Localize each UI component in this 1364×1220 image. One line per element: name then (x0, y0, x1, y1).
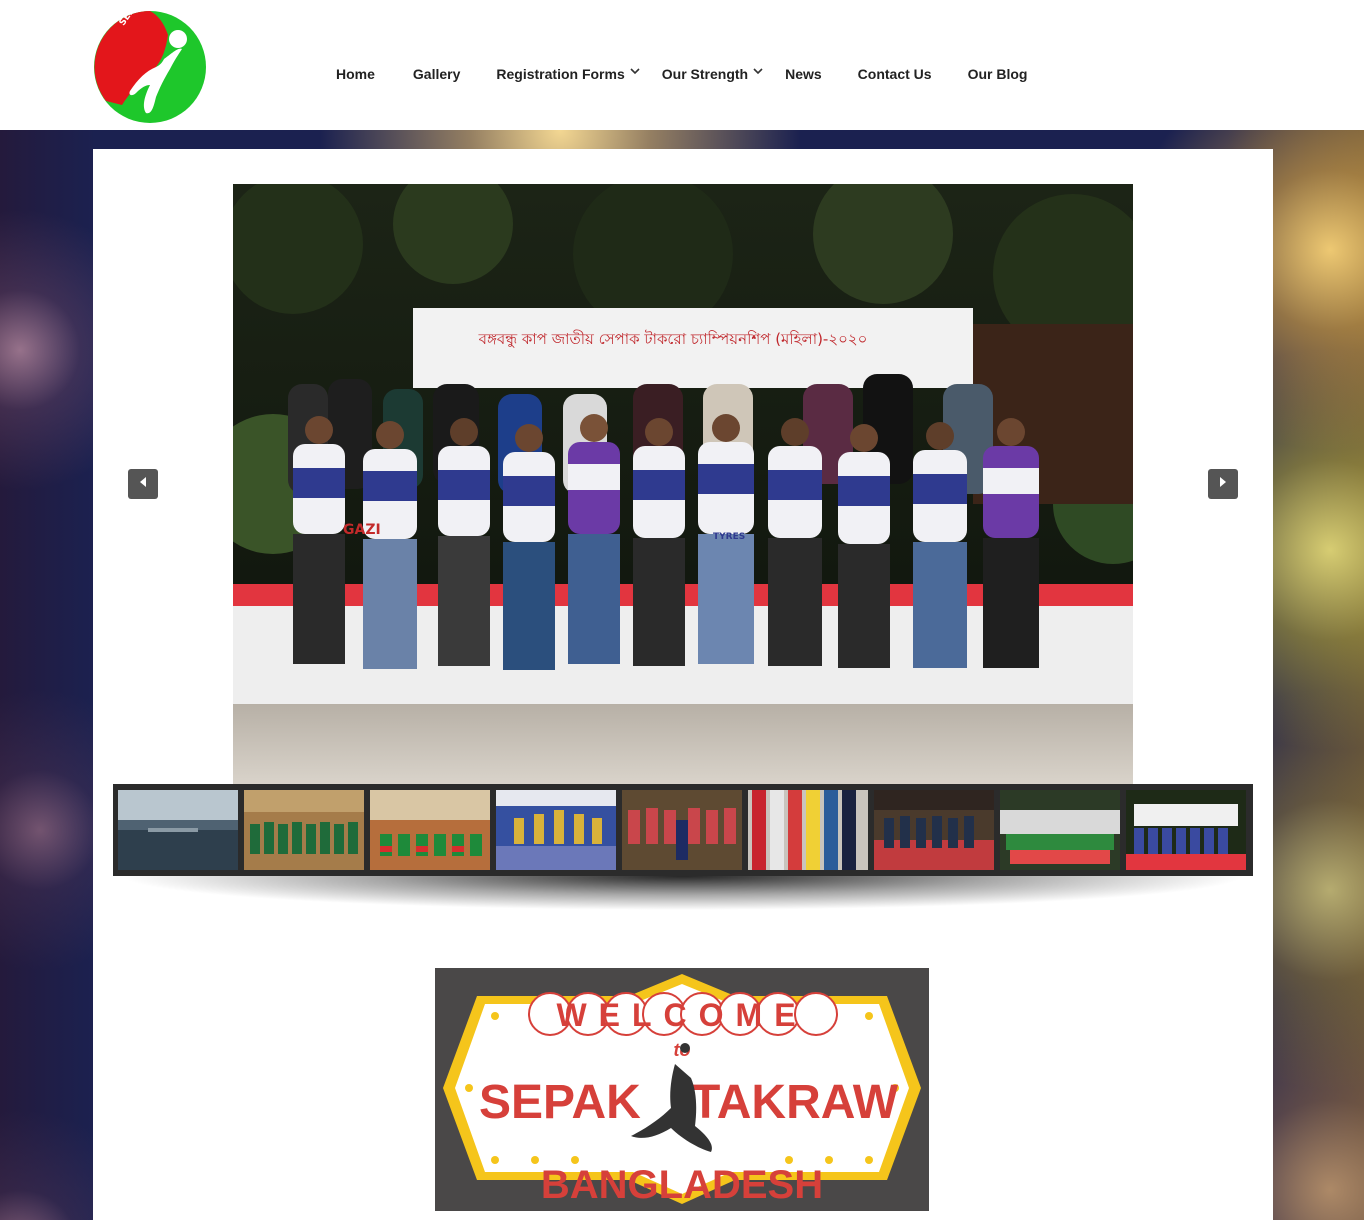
jersey-text: GAZI (343, 522, 381, 538)
site-logo[interactable]: SEPAK TAKRAW BANGLADESH (92, 0, 212, 125)
banner-text: বঙ্গবন্ধু কাপ জাতীয় সেপাক টাকরো চ্যাম্প… (478, 330, 868, 348)
welcome-word: WELCOME (556, 997, 807, 1033)
nav-registration-forms[interactable]: Registration Forms (496, 66, 643, 82)
site-header: SEPAK TAKRAW BANGLADESH Home Gallery Reg… (0, 0, 1364, 130)
thumbnail[interactable] (244, 790, 364, 870)
nav-home-label: Home (336, 66, 375, 82)
slider-shadow (113, 876, 1253, 936)
thumbnail[interactable] (1000, 790, 1120, 870)
arrow-right-icon (1218, 475, 1228, 493)
thumbnail[interactable] (370, 790, 490, 870)
nav-gallery[interactable]: Gallery (413, 66, 460, 82)
thumbnail[interactable] (748, 790, 868, 870)
thumbnail[interactable] (622, 790, 742, 870)
nav-our-blog[interactable]: Our Blog (968, 66, 1028, 82)
nav-our-strength[interactable]: Our Strength (662, 66, 767, 82)
nav-registration-forms-label: Registration Forms (496, 66, 625, 82)
nav-our-strength-label: Our Strength (661, 66, 749, 82)
nav-home[interactable]: Home (336, 66, 375, 82)
arrow-left-icon (138, 475, 148, 493)
slider-next-button[interactable] (1208, 469, 1238, 499)
thumbnail-strip (113, 784, 1253, 876)
jersey-subtext: TYRES (713, 532, 745, 542)
thumbnail[interactable] (874, 790, 994, 870)
chevron-down-icon (630, 62, 644, 78)
nav-contact-us-label: Contact Us (857, 66, 932, 82)
welcome-takraw: TAKRAW (691, 1076, 899, 1129)
nav-news-label: News (785, 66, 822, 82)
slider-prev-button[interactable] (128, 469, 158, 499)
nav-our-blog-label: Our Blog (967, 66, 1028, 82)
nav-news[interactable]: News (785, 66, 822, 82)
content-panel: বঙ্গবন্ধু কাপ জাতীয় সেপাক টাকরো চ্যাম্প… (93, 149, 1273, 1220)
thumbnail[interactable] (496, 790, 616, 870)
chevron-down-icon (753, 62, 767, 78)
thumbnail[interactable] (118, 790, 238, 870)
thumbnail[interactable] (1126, 790, 1246, 870)
welcome-bangladesh: BANGLADESH (541, 1163, 823, 1207)
welcome-banner: WELCOME to SEPAK TAKRAW BANGLADESH (435, 968, 929, 1211)
main-nav: Home Gallery Registration Forms Our Stre… (336, 66, 1027, 82)
slider-main-image[interactable]: বঙ্গবন্ধু কাপ জাতীয় সেপাক টাকরো চ্যাম্প… (233, 184, 1133, 784)
welcome-sepak: SEPAK (479, 1076, 641, 1129)
nav-gallery-label: Gallery (412, 66, 461, 82)
nav-contact-us[interactable]: Contact Us (858, 66, 932, 82)
